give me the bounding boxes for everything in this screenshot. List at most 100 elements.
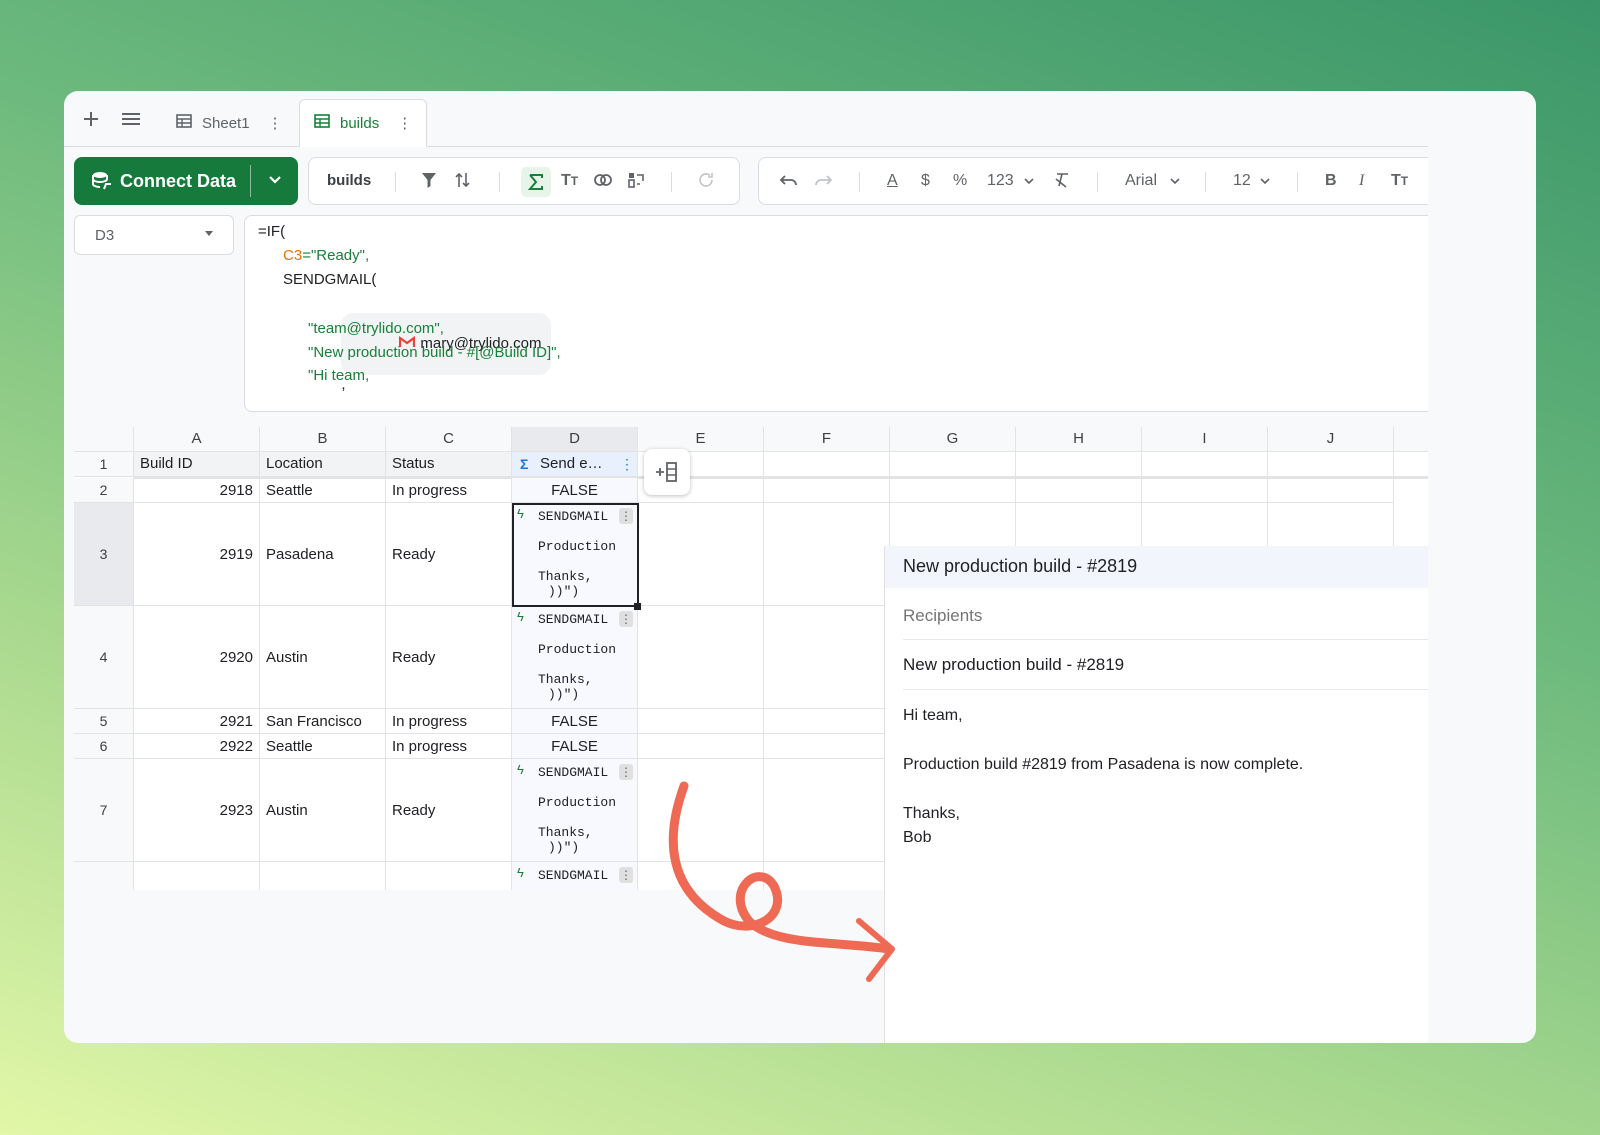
tab-options-icon[interactable]: ⋮ (397, 114, 412, 132)
row-header[interactable]: 6 (74, 734, 134, 759)
table-cell[interactable]: Pasadena (260, 503, 386, 606)
row-header[interactable]: 7 (74, 759, 134, 862)
email-greeting: Hi team, (903, 707, 963, 724)
lightning-icon: ϟ (517, 762, 524, 777)
table-cell[interactable]: In progress (386, 709, 512, 734)
table-cell[interactable]: Ready (386, 759, 512, 862)
column-header[interactable]: I (1142, 427, 1268, 452)
table-cell[interactable]: FALSE (512, 734, 638, 759)
table-icon (176, 114, 192, 132)
text-color-icon[interactable]: A (887, 171, 898, 191)
row-header[interactable]: 1 (74, 452, 134, 477)
formula-line: "team@trylido.com", (308, 320, 444, 337)
text-size-icon[interactable]: TT (1391, 171, 1408, 191)
tab-sheet1[interactable]: Sheet1 ⋮ (164, 99, 295, 147)
add-column-icon (656, 462, 677, 482)
table-cell[interactable]: In progress (386, 478, 512, 503)
table-header-cell[interactable]: Build ID (134, 452, 260, 477)
sendgmail-cell[interactable]: ϟ SENDGMAIL ⋮ (512, 862, 638, 890)
formula-string: ="Ready", (302, 247, 370, 264)
row-header[interactable]: 4 (74, 606, 134, 709)
column-header[interactable]: J (1268, 427, 1394, 452)
number-format-label[interactable]: 123 (987, 171, 1014, 191)
connect-data-button[interactable]: Connect Data (74, 157, 298, 205)
table-cell[interactable]: Seattle (260, 478, 386, 503)
sheet-tab-bar: Sheet1 ⋮ builds ⋮ (64, 91, 1428, 147)
table-cell[interactable]: FALSE (512, 478, 638, 503)
redo-icon[interactable] (813, 171, 833, 195)
tab-label: builds (340, 114, 380, 132)
chevron-down-icon[interactable] (1169, 171, 1181, 195)
cell-menu-icon[interactable]: ⋮ (619, 867, 633, 883)
cell-menu-icon[interactable]: ⋮ (619, 764, 633, 780)
recipients-label[interactable]: Recipients (903, 606, 982, 626)
font-family-label[interactable]: Arial (1125, 171, 1157, 191)
table-cell[interactable]: San Francisco (260, 709, 386, 734)
sheet-name-label[interactable]: builds (327, 171, 371, 191)
fill-handle[interactable] (634, 603, 641, 610)
table-cell[interactable]: In progress (386, 734, 512, 759)
tab-builds[interactable]: builds ⋮ (299, 99, 428, 147)
add-column-button[interactable] (644, 449, 690, 495)
table-cell[interactable]: 2920 (134, 606, 260, 709)
table-cell[interactable]: 2921 (134, 709, 260, 734)
undo-icon[interactable] (779, 171, 799, 195)
formula-line: "New production build - #[@Build ID]", (308, 344, 561, 361)
cell-name-box[interactable]: D3 (74, 215, 234, 255)
app-window: Sheet1 ⋮ builds ⋮ Connect Data builds TT… (64, 91, 1536, 1043)
chevron-down-icon[interactable] (1023, 171, 1035, 195)
text-format-icon[interactable]: TT (561, 171, 578, 191)
formula-line: "Hi team, (308, 367, 370, 384)
row-header[interactable]: 2 (74, 478, 134, 503)
column-header[interactable]: H (1016, 427, 1142, 452)
bold-icon[interactable]: B (1325, 171, 1337, 191)
column-header[interactable]: A (134, 427, 260, 452)
sendgmail-cell[interactable]: ϟ SENDGMAIL ⋮ Production Thanks, ))") (512, 606, 638, 709)
table-cell[interactable]: 2918 (134, 478, 260, 503)
table-header-cell[interactable]: Location (260, 452, 386, 477)
formula-editor[interactable]: =IF( C3="Ready", SENDGMAIL( mary@trylido… (244, 215, 1428, 412)
column-header[interactable]: D (512, 427, 638, 452)
sort-icon[interactable] (455, 171, 471, 195)
table-cell[interactable]: Ready (386, 606, 512, 709)
table-header-cell[interactable]: Status (386, 452, 512, 477)
table-cell[interactable]: Ready (386, 503, 512, 606)
sendgmail-cell[interactable]: ϟ SENDGMAIL ⋮ Production Thanks, ))") (512, 759, 638, 862)
font-size-label[interactable]: 12 (1233, 171, 1251, 191)
pivot-icon[interactable] (627, 171, 645, 195)
select-all-corner[interactable] (74, 427, 134, 452)
currency-icon[interactable]: $ (921, 171, 930, 191)
italic-icon[interactable]: I (1359, 171, 1364, 191)
row-header[interactable] (74, 862, 134, 890)
tab-options-icon[interactable]: ⋮ (268, 114, 283, 132)
table-cell[interactable]: Austin (260, 606, 386, 709)
table-cell[interactable]: 2923 (134, 759, 260, 862)
refresh-icon[interactable] (697, 171, 715, 195)
column-options-icon[interactable]: ⋮ (620, 456, 634, 473)
formula-line: SENDGMAIL( (283, 271, 377, 288)
table-cell[interactable]: FALSE (512, 709, 638, 734)
link-icon[interactable] (593, 171, 613, 195)
column-header[interactable]: C (386, 427, 512, 452)
column-header[interactable]: G (890, 427, 1016, 452)
formula-sum-icon[interactable] (521, 167, 551, 197)
cell-menu-icon[interactable]: ⋮ (619, 611, 633, 627)
chevron-down-icon[interactable] (1259, 171, 1271, 195)
percent-icon[interactable]: % (953, 171, 967, 191)
formula-line: =IF( (258, 223, 286, 240)
chevron-down-icon[interactable] (266, 171, 284, 189)
clear-format-icon[interactable] (1053, 171, 1071, 195)
table-cell[interactable]: Austin (260, 759, 386, 862)
table-cell[interactable]: 2919 (134, 503, 260, 606)
table-cell[interactable]: 2922 (134, 734, 260, 759)
filter-icon[interactable] (421, 171, 437, 195)
curved-arrow-icon (668, 781, 895, 982)
table-cell[interactable]: Seattle (260, 734, 386, 759)
row-header[interactable]: 3 (74, 503, 134, 606)
all-sheets-menu-icon[interactable] (120, 109, 142, 133)
column-header[interactable]: F (764, 427, 890, 452)
column-header[interactable]: B (260, 427, 386, 452)
email-header-subject: New production build - #2819 (885, 546, 1428, 588)
row-header[interactable]: 5 (74, 709, 134, 734)
add-sheet-icon[interactable] (81, 109, 101, 133)
